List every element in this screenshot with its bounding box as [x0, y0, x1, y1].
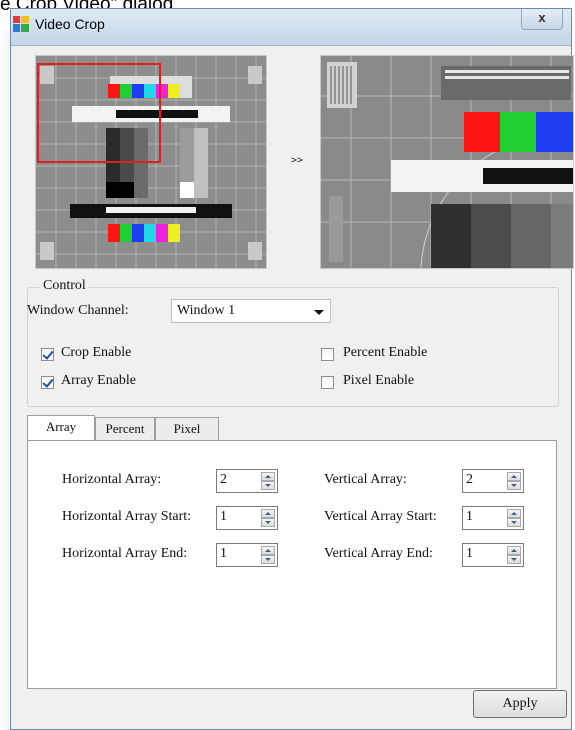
pixel-enable-checkbox[interactable]	[321, 376, 334, 389]
array-enable-checkbox[interactable]	[41, 376, 54, 389]
cropped-preview	[320, 55, 574, 269]
spin-up-icon[interactable]	[261, 546, 275, 555]
vertical-array-start-stepper[interactable]: 1	[462, 506, 524, 530]
percent-enable-checkbox[interactable]	[321, 348, 334, 361]
spin-up-icon[interactable]	[507, 472, 521, 481]
cropped-test-pattern	[321, 56, 573, 268]
tab-pixel[interactable]: Pixel	[155, 417, 219, 440]
tab-array[interactable]: Array	[27, 415, 95, 440]
spin-up-icon[interactable]	[261, 472, 275, 481]
horizontal-array-start-label: Horizontal Array Start:	[62, 509, 192, 524]
spin-down-icon[interactable]	[261, 555, 275, 564]
vertical-array-end-label: Vertical Array End:	[324, 546, 433, 561]
vertical-array-end-value[interactable]: 1	[466, 546, 473, 562]
close-button[interactable]: x	[521, 9, 563, 30]
spin-down-icon[interactable]	[507, 518, 521, 527]
crop-enable-label[interactable]: Crop Enable	[61, 345, 131, 361]
window-title: Video Crop	[35, 16, 105, 32]
horizontal-array-end-label: Horizontal Array End:	[62, 546, 188, 561]
window-channel-label: Window Channel:	[27, 303, 129, 318]
horizontal-array-value[interactable]: 2	[220, 472, 227, 488]
vertical-array-start-label: Vertical Array Start:	[324, 509, 437, 524]
window-channel-value: Window 1	[177, 303, 236, 318]
array-enable-label[interactable]: Array Enable	[61, 373, 136, 389]
tab-percent[interactable]: Percent	[95, 417, 155, 440]
spin-down-icon[interactable]	[261, 518, 275, 527]
background-strip	[0, 30, 10, 730]
crop-enable-checkbox[interactable]	[41, 348, 54, 361]
window-channel-select[interactable]: Window 1	[171, 299, 331, 323]
video-crop-dialog: Video Crop x >> Control Window Channel: …	[10, 8, 574, 730]
spin-up-icon[interactable]	[507, 546, 521, 555]
title-bar[interactable]: Video Crop x	[11, 9, 571, 46]
source-test-pattern	[36, 56, 266, 268]
source-preview[interactable]	[35, 55, 267, 269]
horizontal-array-end-value[interactable]: 1	[220, 546, 227, 562]
spin-down-icon[interactable]	[261, 481, 275, 490]
vertical-array-start-value[interactable]: 1	[466, 509, 473, 525]
vertical-array-end-stepper[interactable]: 1	[462, 543, 524, 567]
vertical-array-label: Vertical Array:	[324, 472, 407, 487]
apply-button[interactable]: Apply	[473, 690, 567, 718]
spin-down-icon[interactable]	[507, 555, 521, 564]
horizontal-array-start-value[interactable]: 1	[220, 509, 227, 525]
vertical-array-stepper[interactable]: 2	[462, 469, 524, 493]
percent-enable-label[interactable]: Percent Enable	[343, 345, 427, 361]
app-icon	[13, 16, 29, 32]
horizontal-array-label: Horizontal Array:	[62, 472, 162, 487]
horizontal-array-end-stepper[interactable]: 1	[216, 543, 278, 567]
spin-up-icon[interactable]	[507, 509, 521, 518]
pixel-enable-label[interactable]: Pixel Enable	[343, 373, 414, 389]
vertical-array-value[interactable]: 2	[466, 472, 473, 488]
preview-arrow-label: >>	[291, 155, 304, 166]
spin-up-icon[interactable]	[261, 509, 275, 518]
array-tab-panel: Horizontal Array: 2 Horizontal Array Sta…	[27, 440, 557, 689]
spin-down-icon[interactable]	[507, 481, 521, 490]
control-legend: Control	[40, 278, 89, 294]
chevron-down-icon[interactable]	[314, 310, 324, 315]
horizontal-array-start-stepper[interactable]: 1	[216, 506, 278, 530]
horizontal-array-stepper[interactable]: 2	[216, 469, 278, 493]
